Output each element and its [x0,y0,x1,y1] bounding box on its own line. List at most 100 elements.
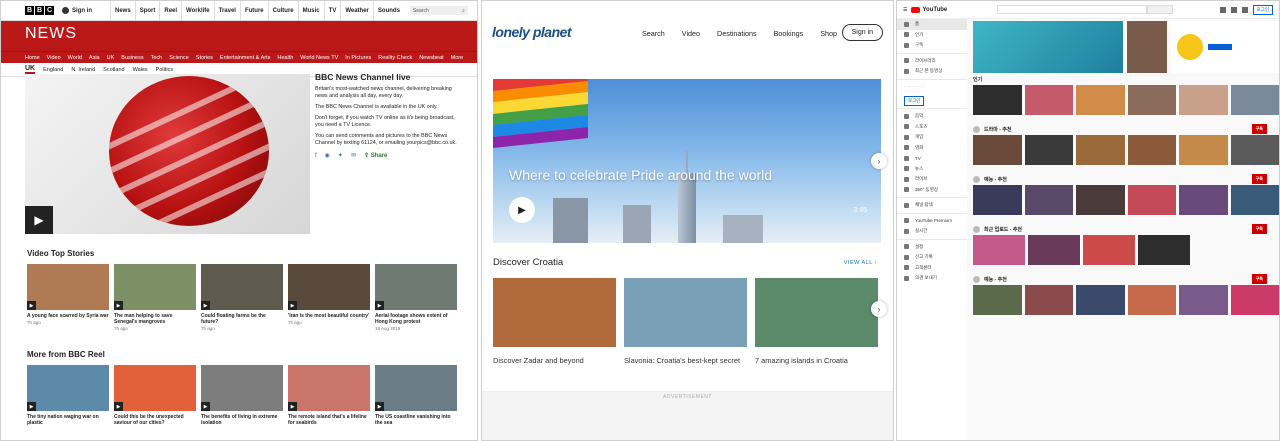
sidebar-item-movies[interactable]: 영화 [897,143,967,154]
subnav-wales[interactable]: Wales [133,67,148,73]
youtube-logo[interactable]: YouTube [911,6,947,13]
menu-icon[interactable]: ☰ [903,7,907,13]
nav-business[interactable]: Business [121,55,143,61]
subnav-uk[interactable]: UK [25,65,36,74]
featured-video-2[interactable] [1127,21,1167,73]
sign-in-button[interactable]: Sign in [841,24,883,41]
video-card[interactable] [1230,185,1279,217]
subnav-politics[interactable]: Politics [156,67,173,73]
news-brand[interactable]: NEWS [25,25,77,43]
video-card[interactable] [1127,185,1176,217]
article-card[interactable]: Slavonia: Croatia's best-kept secret [624,278,747,365]
login-button[interactable]: 로그인 [1252,4,1273,15]
video-card[interactable] [1024,185,1073,217]
bbc-logo[interactable]: B B C [25,6,54,15]
reel-card[interactable]: Could this be the unexpected saviour of … [114,365,196,426]
video-card[interactable] [973,85,1022,117]
video-card[interactable] [1083,235,1135,267]
video-card[interactable] [973,135,1022,167]
create-icon[interactable] [1219,6,1226,13]
search-input[interactable] [997,5,1148,14]
sidebar-item-premium[interactable]: YouTube Premium [897,216,967,227]
sidebar-item-news[interactable]: 뉴스 [897,164,967,175]
featured-banner[interactable] [973,21,1279,73]
article-card[interactable]: 7 amazing islands in Croatia [755,278,878,365]
video-card[interactable]: A young face scarred by Syria war7h ago [27,264,109,332]
sidebar-login-button[interactable]: 로그인 [897,95,967,107]
nav-reality-check[interactable]: Reality Check [378,55,412,61]
sidebar-item-library[interactable]: 라이브러리 [897,56,967,67]
subnav-scotland[interactable]: Scotland [103,67,124,73]
nav-bookings[interactable]: Bookings [774,29,804,38]
video-card[interactable] [1076,85,1125,117]
sidebar-item-help[interactable]: 고객센터 [897,263,967,274]
video-card[interactable] [1024,135,1073,167]
subscribe-button[interactable]: 구독 [1251,124,1267,134]
sidebar-item-feedback[interactable]: 의견 보내기 [897,273,967,284]
sidebar-item-subscriptions[interactable]: 구독 [897,40,967,51]
video-card[interactable]: The man helping to save Senegal's mangro… [114,264,196,332]
lonely-planet-logo[interactable]: lonely planet [492,24,572,40]
subscribe-button[interactable]: 구독 [1251,224,1267,234]
nav-video[interactable]: Video [682,29,700,38]
nav-world-news-tv[interactable]: World News TV [300,55,338,61]
video-card[interactable] [1127,85,1176,117]
video-card[interactable] [1138,235,1190,267]
play-button[interactable]: ▶ [509,197,535,223]
top-nav-culture[interactable]: Culture [267,1,298,21]
sidebar-item-live[interactable]: 라이브 [897,174,967,185]
sidebar-item-sports[interactable]: 스포츠 [897,122,967,133]
top-nav-music[interactable]: Music [297,1,324,21]
video-card[interactable] [1179,85,1228,117]
nav-home[interactable]: Home [25,55,40,61]
sidebar-item-music[interactable]: 음악 [897,111,967,122]
top-nav-reel[interactable]: Reel [159,1,181,21]
nav-uk[interactable]: UK [107,55,115,61]
video-card[interactable] [973,285,1022,317]
view-all-link[interactable]: VIEW ALL › [844,260,877,266]
nav-science[interactable]: Science [169,55,189,61]
nav-health[interactable]: Health [277,55,293,61]
featured-channel[interactable] [1171,21,1279,73]
nav-tech[interactable]: Tech [151,55,163,61]
video-card[interactable]: Could floating farms be the future?7h ag… [201,264,283,332]
featured-video-1[interactable] [973,21,1123,73]
reel-card[interactable]: The remote island that's a lifeline for … [288,365,370,426]
settings-icon[interactable] [1241,6,1248,13]
nav-stories[interactable]: Stories [196,55,213,61]
top-nav-worklife[interactable]: Worklife [181,1,214,21]
video-card[interactable] [1127,135,1176,167]
video-card[interactable] [1024,85,1073,117]
video-card[interactable] [1179,285,1228,317]
video-card[interactable] [973,185,1022,217]
live-video-player[interactable]: ▶ [25,74,310,234]
video-card[interactable] [1028,235,1080,267]
sign-in-link[interactable]: Sign in [62,7,92,14]
next-cards-button[interactable]: › [871,301,887,317]
sidebar-item-settings[interactable]: 설정 [897,242,967,253]
video-card[interactable] [1230,135,1279,167]
play-button[interactable]: ▶ [25,206,53,234]
subnav-england[interactable]: England [43,67,63,73]
nav-video[interactable]: Video [47,55,61,61]
nav-search[interactable]: Search [642,29,665,38]
reel-card[interactable]: The benefits of living in extreme isolat… [201,365,283,426]
nav-destinations[interactable]: Destinations [717,29,757,38]
share-button[interactable]: ⇪ Share [364,153,387,160]
video-card[interactable] [1127,285,1176,317]
video-card[interactable] [1076,135,1125,167]
nav-newsbeat[interactable]: Newsbeat [419,55,443,61]
video-card[interactable] [1076,285,1125,317]
video-card[interactable] [1230,285,1279,317]
sidebar-item-trending[interactable]: 인기 [897,30,967,41]
sidebar-item-report-history[interactable]: 신고 기록 [897,252,967,263]
sidebar-item-live-2[interactable]: 실시간 [897,226,967,237]
top-nav-news[interactable]: News [110,1,135,21]
video-card[interactable] [973,235,1025,267]
top-nav-travel[interactable]: Travel [213,1,240,21]
video-card[interactable] [1230,85,1279,117]
messenger-icon[interactable]: ◉ [325,153,330,160]
subscribe-button[interactable]: 구독 [1251,174,1267,184]
facebook-icon[interactable]: f [315,153,317,160]
reel-card[interactable]: The tiny nation waging war on plastic [27,365,109,426]
